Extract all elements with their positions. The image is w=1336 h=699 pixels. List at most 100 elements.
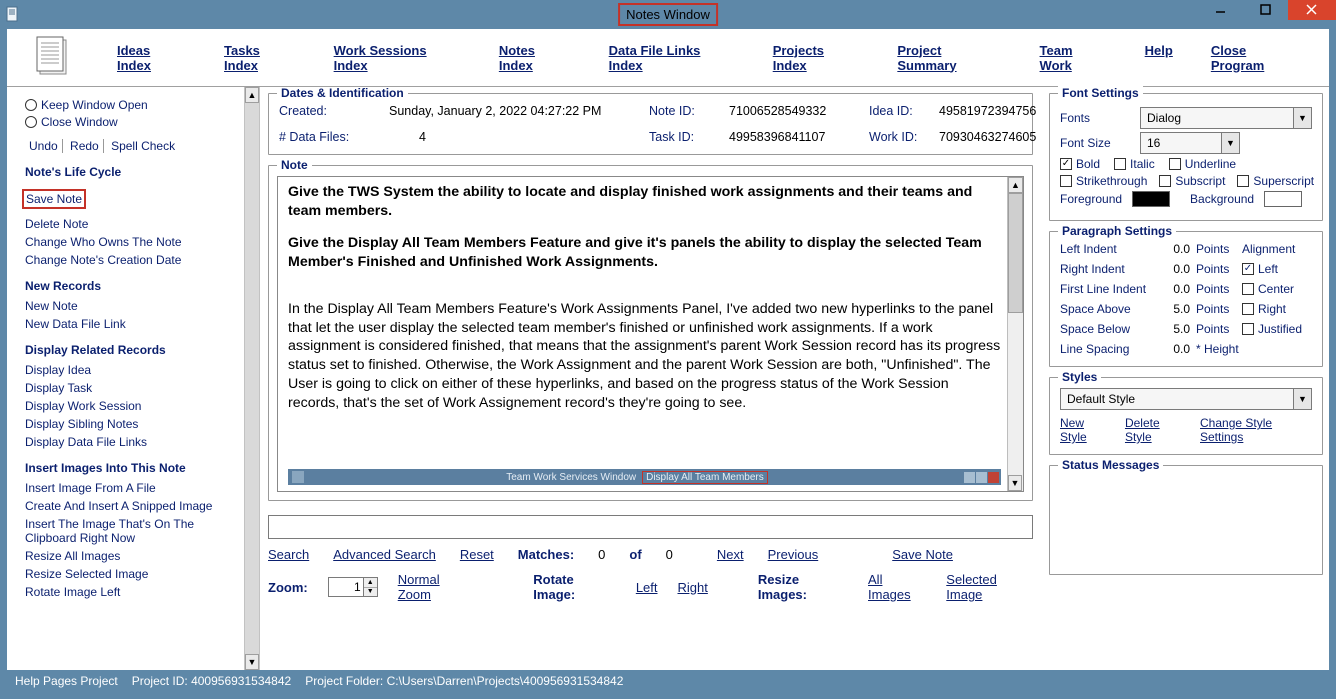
radio-close-window[interactable]: Close Window	[25, 115, 236, 129]
maximize-button[interactable]	[1243, 0, 1288, 20]
left-indent-label: Left Indent	[1060, 242, 1156, 256]
align-center-checkbox[interactable]: Center	[1242, 282, 1306, 296]
group-legend: Status Messages	[1058, 458, 1163, 472]
line-spacing-value: 0.0	[1156, 342, 1196, 356]
normal-zoom-link[interactable]: Normal Zoom	[398, 572, 474, 602]
left-scrollbar[interactable]: ▲ ▼	[244, 87, 260, 670]
minimize-button[interactable]	[1198, 0, 1243, 20]
status-project-folder: Project Folder: C:\Users\Darren\Projects…	[305, 674, 623, 688]
underline-checkbox[interactable]: Underline	[1169, 157, 1236, 171]
new-style-link[interactable]: New Style	[1060, 416, 1111, 444]
advanced-search-link[interactable]: Advanced Search	[333, 547, 436, 562]
align-right-checkbox[interactable]: Right	[1242, 302, 1306, 316]
nav-work-sessions-index[interactable]: Work Sessions Index	[334, 43, 461, 73]
stepper-down-icon[interactable]: ▼	[364, 588, 377, 597]
zoom-stepper[interactable]: ▲▼	[328, 577, 378, 597]
nav-project-summary[interactable]: Project Summary	[897, 43, 1001, 73]
nav-close-program[interactable]: Close Program	[1211, 43, 1301, 73]
note-editor[interactable]: Give the TWS System the ability to locat…	[277, 176, 1024, 492]
reset-link[interactable]: Reset	[460, 547, 494, 562]
foreground-color-swatch[interactable]	[1132, 191, 1170, 207]
align-justified-checkbox[interactable]: Justified	[1242, 322, 1306, 336]
save-note-bottom-link[interactable]: Save Note	[892, 547, 953, 562]
nav-help[interactable]: Help	[1145, 43, 1173, 73]
rotate-image-left-link[interactable]: Rotate Image Left	[25, 585, 236, 599]
checkbox-label: Underline	[1185, 157, 1236, 171]
nav-ideas-index[interactable]: Ideas Index	[117, 43, 186, 73]
checkbox-icon	[1169, 158, 1181, 170]
space-above-label: Space Above	[1060, 302, 1156, 316]
first-line-indent-value: 0.0	[1156, 282, 1196, 296]
checkbox-label: Right	[1258, 302, 1286, 316]
nav-notes-index[interactable]: Notes Index	[499, 43, 571, 73]
insert-clipboard-image-link[interactable]: Insert The Image That's On The Clipboard…	[25, 517, 236, 545]
subscript-checkbox[interactable]: Subscript	[1159, 174, 1225, 188]
styles-combobox[interactable]: Default Style▼	[1060, 388, 1312, 410]
note-content[interactable]: Give the TWS System the ability to locat…	[288, 183, 1001, 463]
scroll-down-icon[interactable]: ▼	[1008, 475, 1022, 491]
change-owner-link[interactable]: Change Who Owns The Note	[25, 235, 236, 249]
nav-data-file-links-index[interactable]: Data File Links Index	[609, 43, 735, 73]
display-sibling-notes-link[interactable]: Display Sibling Notes	[25, 417, 236, 431]
display-idea-link[interactable]: Display Idea	[25, 363, 236, 377]
right-panel: Font Settings Fonts Dialog▼ Font Size 16…	[1043, 87, 1329, 670]
display-task-link[interactable]: Display Task	[25, 381, 236, 395]
scroll-down-icon[interactable]: ▼	[245, 654, 259, 670]
scroll-track[interactable]	[245, 103, 259, 654]
delete-style-link[interactable]: Delete Style	[1125, 416, 1186, 444]
close-button[interactable]	[1288, 0, 1336, 20]
scroll-thumb[interactable]	[1008, 193, 1023, 313]
points-label: Points	[1196, 282, 1242, 296]
search-input[interactable]	[268, 515, 1033, 539]
resize-selected-image-bottom-link[interactable]: Selected Image	[946, 572, 1033, 602]
background-color-swatch[interactable]	[1264, 191, 1302, 207]
previous-link[interactable]: Previous	[768, 547, 819, 562]
insert-snipped-image-link[interactable]: Create And Insert A Snipped Image	[25, 499, 236, 513]
display-data-file-links-link[interactable]: Display Data File Links	[25, 435, 236, 449]
chevron-down-icon[interactable]: ▼	[1221, 133, 1239, 153]
font-size-combobox[interactable]: 16▼	[1140, 132, 1240, 154]
redo-button[interactable]: Redo	[66, 139, 104, 153]
group-legend: Paragraph Settings	[1058, 224, 1176, 238]
zoom-value-input[interactable]	[329, 578, 363, 596]
resize-all-images-bottom-link[interactable]: All Images	[868, 572, 926, 602]
save-note-link[interactable]: Save Note	[22, 189, 86, 209]
combo-value: Default Style	[1061, 392, 1293, 406]
nav-projects-index[interactable]: Projects Index	[773, 43, 860, 73]
chevron-down-icon[interactable]: ▼	[1293, 108, 1311, 128]
undo-button[interactable]: Undo	[25, 139, 63, 153]
new-data-file-link-link[interactable]: New Data File Link	[25, 317, 236, 331]
change-date-link[interactable]: Change Note's Creation Date	[25, 253, 236, 267]
align-left-checkbox[interactable]: Left	[1242, 262, 1306, 276]
radio-label: Close Window	[41, 115, 118, 129]
superscript-checkbox[interactable]: Superscript	[1237, 174, 1314, 188]
display-work-session-link[interactable]: Display Work Session	[25, 399, 236, 413]
dates-identification-group: Dates & Identification Created: Sunday, …	[268, 93, 1033, 155]
scroll-up-icon[interactable]: ▲	[1008, 177, 1023, 193]
idea-id-label: Idea ID:	[869, 104, 939, 118]
search-link[interactable]: Search	[268, 547, 309, 562]
new-note-link[interactable]: New Note	[25, 299, 236, 313]
chevron-down-icon[interactable]: ▼	[1293, 389, 1311, 409]
italic-checkbox[interactable]: Italic	[1114, 157, 1155, 171]
rotate-left-link[interactable]: Left	[636, 580, 658, 595]
bold-checkbox[interactable]: Bold	[1060, 157, 1100, 171]
stepper-up-icon[interactable]: ▲	[364, 578, 377, 588]
resize-all-images-link[interactable]: Resize All Images	[25, 549, 236, 563]
nav-tasks-index[interactable]: Tasks Index	[224, 43, 296, 73]
status-help-pages: Help Pages Project	[15, 674, 118, 688]
insert-image-file-link[interactable]: Insert Image From A File	[25, 481, 236, 495]
nav-team-work[interactable]: Team Work	[1040, 43, 1107, 73]
scroll-up-icon[interactable]: ▲	[245, 87, 259, 103]
note-scrollbar[interactable]: ▲ ▼	[1007, 177, 1023, 491]
right-indent-label: Right Indent	[1060, 262, 1156, 276]
spell-check-button[interactable]: Spell Check	[107, 139, 179, 153]
rotate-right-link[interactable]: Right	[678, 580, 708, 595]
next-link[interactable]: Next	[717, 547, 744, 562]
change-style-settings-link[interactable]: Change Style Settings	[1200, 416, 1312, 444]
radio-keep-window-open[interactable]: Keep Window Open	[25, 98, 236, 112]
fonts-combobox[interactable]: Dialog▼	[1140, 107, 1312, 129]
delete-note-link[interactable]: Delete Note	[25, 217, 236, 231]
strikethrough-checkbox[interactable]: Strikethrough	[1060, 174, 1147, 188]
resize-selected-image-link[interactable]: Resize Selected Image	[25, 567, 236, 581]
